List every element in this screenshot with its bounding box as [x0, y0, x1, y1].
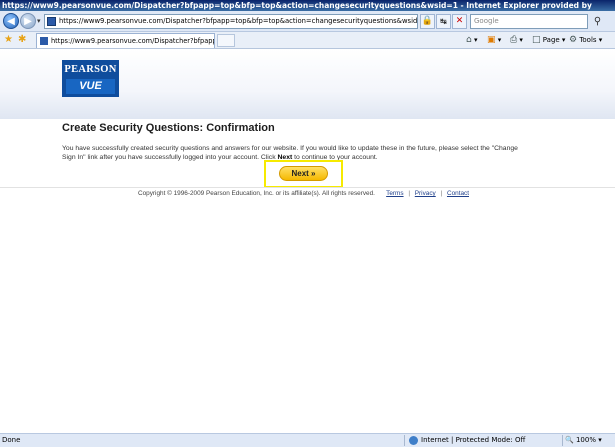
tools-menu-label: Tools [579, 36, 597, 44]
terms-link[interactable]: Terms [386, 190, 403, 197]
footer-separator [380, 190, 382, 197]
tools-menu[interactable]: ⚙ Tools ▾ [569, 35, 602, 46]
globe-icon [409, 436, 418, 445]
print-icon[interactable]: ⎙ ▾ [510, 35, 523, 46]
status-text: Done [2, 436, 21, 444]
logo-vue-text: VUE [66, 79, 115, 94]
footer-separator: | [408, 190, 410, 197]
status-separator [562, 435, 563, 446]
footer: Copyright © 1996-2009 Pearson Education,… [138, 190, 469, 197]
window-title-bar: https://www9.pearsonvue.com/Dispatcher?b… [0, 0, 615, 11]
status-separator [404, 435, 405, 446]
stop-icon[interactable]: ✕ [452, 14, 467, 29]
home-icon[interactable]: ⌂ ▾ [466, 35, 477, 46]
page-menu-label: Page [542, 36, 560, 44]
contact-link[interactable]: Contact [447, 190, 469, 197]
feeds-icon[interactable]: ▣ ▾ [487, 35, 501, 46]
copyright-text: Copyright © 1996-2009 Pearson Education,… [138, 190, 375, 197]
next-button[interactable]: Next » [279, 166, 328, 181]
page-title: Create Security Questions: Confirmation [62, 122, 275, 134]
window-title: https://www9.pearsonvue.com/Dispatcher?b… [2, 1, 592, 10]
logo-pearson-text: PEARSON [64, 64, 117, 75]
tab-bar: ★ ✱ https://www9.pearsonvue.com/Dispatch… [0, 32, 615, 49]
add-favorites-icon[interactable]: ✱ [18, 34, 26, 46]
tab-active[interactable]: https://www9.pearsonvue.com/Dispatcher?b… [36, 33, 215, 48]
history-dropdown-icon[interactable]: ▾ [37, 17, 41, 25]
address-url: https://www9.pearsonvue.com/Dispatcher?b… [59, 17, 418, 25]
privacy-link[interactable]: Privacy [415, 190, 436, 197]
forward-button-icon[interactable]: ▶ [20, 13, 36, 29]
favorites-star-icon[interactable]: ★ [4, 34, 13, 46]
site-favicon-icon [47, 17, 56, 26]
page-content: PEARSON VUE Create Security Questions: C… [0, 49, 615, 433]
tab-title: https://www9.pearsonvue.com/Dispatcher?b… [51, 37, 215, 45]
security-zone-text: Internet | Protected Mode: Off [421, 436, 526, 444]
page-menu[interactable]: □ Page ▾ [532, 35, 565, 46]
search-input[interactable]: Google [470, 14, 588, 29]
compatibility-icon[interactable]: ↹ [436, 14, 451, 29]
security-zone[interactable]: Internet | Protected Mode: Off [407, 434, 525, 447]
address-toolbar: ◀ ▶ ▾ https://www9.pearsonvue.com/Dispat… [0, 11, 615, 32]
lock-icon[interactable]: 🔒 [420, 14, 435, 29]
zoom-level[interactable]: 🔍 100% ▾ [565, 434, 602, 447]
new-tab-button[interactable] [217, 34, 235, 47]
pearson-vue-logo[interactable]: PEARSON VUE [62, 60, 119, 97]
tab-favicon-icon [40, 37, 48, 45]
status-bar: Done Internet | Protected Mode: Off 🔍 10… [0, 433, 615, 447]
address-field[interactable]: https://www9.pearsonvue.com/Dispatcher?b… [44, 14, 418, 29]
zoom-value: 100% [575, 436, 596, 444]
footer-separator: | [440, 190, 443, 197]
back-button-icon[interactable]: ◀ [3, 13, 19, 29]
search-icon[interactable]: ⚲ [590, 14, 605, 29]
footer-divider [0, 187, 615, 188]
